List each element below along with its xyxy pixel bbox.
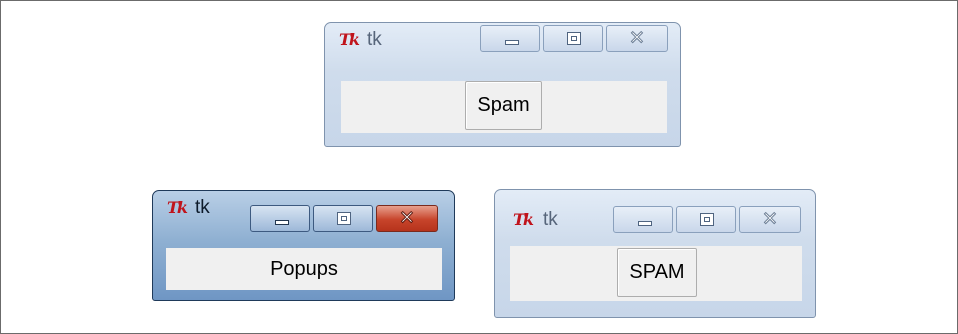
window-client-area: Spam [341, 81, 667, 133]
window-client-area: Popups [166, 248, 442, 290]
close-icon: ✕ [629, 27, 646, 50]
maximize-button[interactable] [313, 205, 373, 232]
title-bar[interactable]: Tk tk ✕ [325, 23, 680, 55]
window-title: tk [367, 29, 382, 50]
maximize-button[interactable] [676, 206, 736, 233]
close-icon: ✕ [762, 208, 779, 231]
tk-logo-icon: Tk [339, 30, 360, 49]
caption-buttons: ✕ [250, 205, 438, 232]
maximize-button[interactable] [543, 25, 603, 52]
window-title: tk [195, 197, 210, 218]
minimize-icon [275, 220, 289, 225]
minimize-button[interactable] [480, 25, 540, 52]
tk-window-spam[interactable]: Tk tk ✕ Spam [324, 22, 681, 147]
tk-window-popups[interactable]: Tk tk ✕ Popups [152, 190, 455, 301]
maximize-icon [567, 32, 581, 45]
close-icon: ✕ [399, 207, 416, 230]
tk-logo-icon: Tk [167, 198, 188, 217]
window-client-area: SPAM [510, 246, 802, 301]
title-bar[interactable]: Tk tk ✕ [153, 191, 454, 232]
minimize-button[interactable] [250, 205, 310, 232]
maximize-icon [700, 213, 714, 226]
popups-button[interactable]: Popups [166, 248, 442, 290]
tk-window-spam-upper[interactable]: Tk tk ✕ SPAM [494, 189, 816, 318]
title-bar[interactable]: Tk tk ✕ [495, 190, 815, 233]
minimize-icon [505, 40, 519, 45]
close-button[interactable]: ✕ [606, 25, 668, 52]
caption-buttons: ✕ [613, 206, 801, 233]
maximize-icon [337, 212, 351, 225]
minimize-button[interactable] [613, 206, 673, 233]
minimize-icon [638, 221, 652, 226]
close-button[interactable]: ✕ [376, 205, 438, 232]
close-button[interactable]: ✕ [739, 206, 801, 233]
spam-uppercase-button[interactable]: SPAM [617, 248, 697, 297]
window-title: tk [543, 209, 558, 230]
tk-logo-icon: Tk [513, 210, 534, 229]
spam-button[interactable]: Spam [465, 81, 542, 130]
caption-buttons: ✕ [480, 25, 668, 52]
